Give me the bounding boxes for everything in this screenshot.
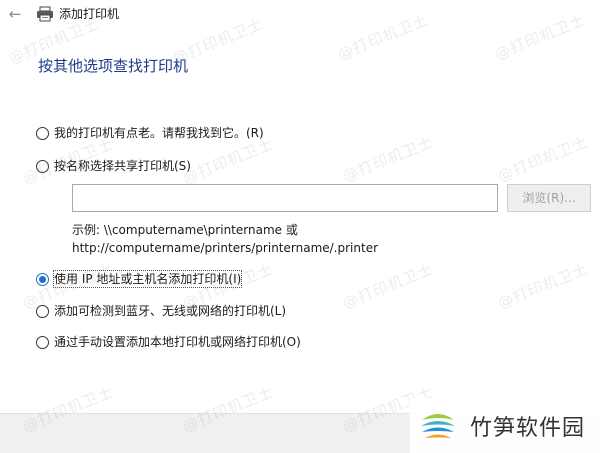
watermark: @打印机卫士 bbox=[340, 259, 437, 313]
option-label: 按名称选择共享打印机(S) bbox=[54, 159, 191, 173]
radio-bluetooth-wireless[interactable] bbox=[36, 304, 49, 318]
brand-logo-icon bbox=[420, 407, 456, 444]
brand-name: 竹笋软件园 bbox=[470, 415, 586, 441]
option-label: 添加可检测到蓝牙、无线或网络的打印机(L) bbox=[54, 304, 287, 318]
shared-printer-name-input[interactable] bbox=[72, 184, 498, 212]
radio-old-printer[interactable] bbox=[36, 126, 49, 140]
option-bluetooth-wireless[interactable]: 添加可检测到蓝牙、无线或网络的打印机(L) bbox=[36, 303, 286, 319]
example-text: 示例: \\computername\printername 或 http://… bbox=[72, 221, 378, 257]
brand-watermark: 竹笋软件园 bbox=[410, 398, 600, 453]
back-arrow-icon[interactable]: ← bbox=[6, 5, 24, 23]
option-ip-hostname[interactable]: 使用 IP 地址或主机名添加打印机(I) bbox=[36, 270, 243, 288]
option-manual-settings[interactable]: 通过手动设置添加本地打印机或网络打印机(O) bbox=[36, 334, 301, 350]
example-line-1: 示例: \\computername\printername 或 bbox=[72, 223, 298, 237]
title-bar: ← 添加打印机 bbox=[0, 0, 600, 30]
watermark: @打印机卫士 bbox=[495, 132, 592, 186]
option-shared-printer-by-name[interactable]: 按名称选择共享打印机(S) bbox=[36, 158, 191, 174]
option-label: 我的打印机有点老。请帮我找到它。(R) bbox=[54, 126, 264, 140]
watermark: @打印机卫士 bbox=[340, 132, 437, 186]
browse-button[interactable]: 浏览(R)... bbox=[507, 184, 591, 212]
option-old-printer[interactable]: 我的打印机有点老。请帮我找到它。(R) bbox=[36, 125, 264, 141]
watermark: @打印机卫士 bbox=[495, 259, 592, 313]
radio-ip-hostname[interactable] bbox=[36, 272, 49, 286]
radio-manual-settings[interactable] bbox=[36, 335, 49, 349]
option-label: 通过手动设置添加本地打印机或网络打印机(O) bbox=[54, 335, 301, 349]
window-title: 添加打印机 bbox=[59, 7, 120, 21]
example-line-2: http://computername/printers/printername… bbox=[72, 241, 379, 255]
printer-icon bbox=[37, 6, 53, 22]
radio-shared-printer[interactable] bbox=[36, 159, 49, 173]
watermark: @打印机卫士 bbox=[180, 134, 277, 188]
option-label: 使用 IP 地址或主机名添加打印机(I) bbox=[52, 270, 243, 288]
page-heading: 按其他选项查找打印机 bbox=[38, 57, 189, 75]
